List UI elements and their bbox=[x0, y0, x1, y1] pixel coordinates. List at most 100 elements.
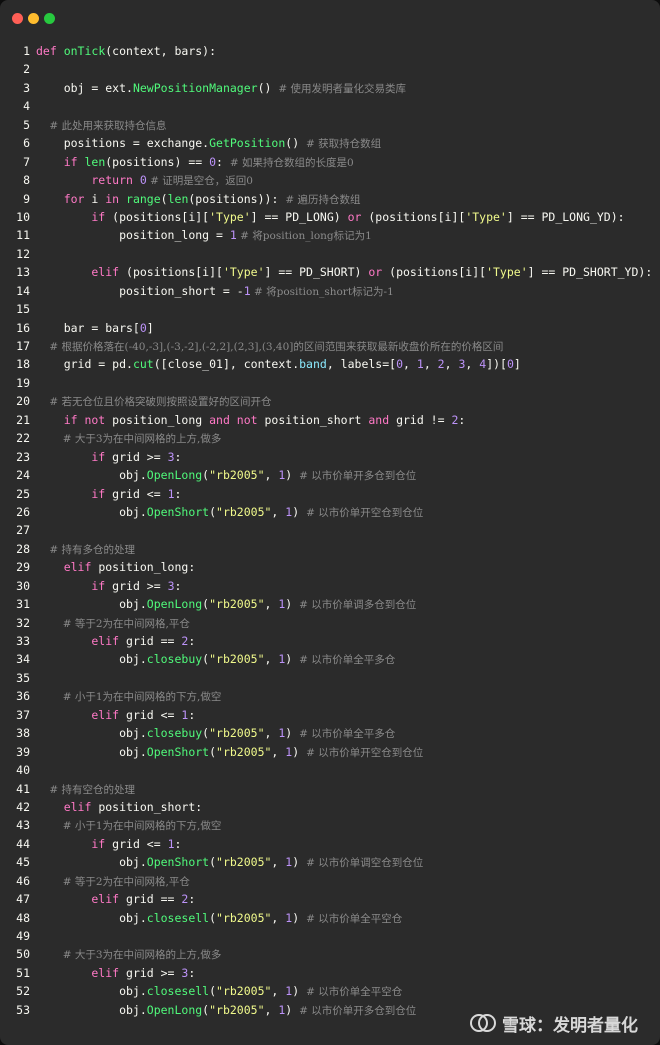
code-token: # 以市价单开多仓到仓位 bbox=[299, 470, 417, 483]
line-number: 52 bbox=[16, 984, 30, 999]
code-token: position_short bbox=[264, 412, 369, 427]
code-line: 20 # 若无仓位且价格突破则按照设置好的区间开仓 bbox=[0, 392, 660, 410]
code-token: GetPosition bbox=[209, 136, 286, 151]
code-token: elif bbox=[36, 965, 127, 980]
line-source: obj.closebuy("rb2005", 1) # 以市价单全平多仓 bbox=[36, 724, 395, 743]
code-line: 41 # 持有空仓的处理 bbox=[0, 780, 660, 798]
line-source: for i in range(len(positions)): # 遍历持仓数组 bbox=[36, 190, 361, 209]
line-source: # 大于3为在中间网格的上方,做多 bbox=[36, 945, 222, 964]
code-token: # 持有多仓的处理 bbox=[36, 543, 135, 556]
code-token: : bbox=[174, 486, 182, 501]
code-token: obj. bbox=[36, 984, 147, 999]
code-token: () bbox=[257, 80, 279, 95]
code-token: OpenLong bbox=[146, 468, 203, 483]
code-token: 0 bbox=[506, 357, 514, 372]
code-line: 27 bbox=[0, 521, 660, 539]
code-token: # 以市价单全平空仓 bbox=[306, 986, 403, 999]
line-number: 44 bbox=[16, 836, 30, 851]
code-token: # 将position_short标记为-1 bbox=[250, 285, 394, 298]
code-line: 8 return 0 # 证明是空仓，返回0 bbox=[0, 171, 660, 189]
line-number: 20 bbox=[16, 394, 30, 409]
code-line: 24 obj.OpenLong("rb2005", 1) # 以市价单开多仓到仓… bbox=[0, 466, 660, 484]
code-token: "rb2005" bbox=[216, 855, 272, 870]
code-token: elif bbox=[36, 707, 127, 722]
line-number: 12 bbox=[16, 246, 30, 261]
line-source: elif position_long: bbox=[36, 558, 196, 576]
code-token: # 此处用来获取持仓信息 bbox=[36, 119, 167, 132]
code-token: OpenShort bbox=[146, 504, 210, 519]
code-token: position_long bbox=[112, 412, 210, 427]
code-token: "rb2005" bbox=[209, 1002, 265, 1017]
code-token: # 以市价单开多仓到仓位 bbox=[299, 1004, 417, 1017]
code-token: and not bbox=[209, 412, 265, 427]
code-token: ( bbox=[160, 191, 168, 206]
code-token: ) bbox=[285, 726, 300, 741]
line-number: 40 bbox=[16, 763, 30, 778]
close-window-button[interactable] bbox=[12, 13, 23, 24]
code-token: , bbox=[264, 726, 279, 741]
line-source: position_short = -1 # 将position_short标记为… bbox=[36, 282, 394, 301]
code-token: def bbox=[36, 44, 64, 58]
line-source: obj.OpenLong("rb2005", 1) # 以市价单开多仓到仓位 bbox=[36, 1001, 416, 1020]
code-token: ) bbox=[292, 910, 307, 925]
code-token: : bbox=[458, 412, 466, 427]
code-token: OpenLong bbox=[146, 1002, 203, 1017]
code-token: obj. bbox=[36, 726, 147, 741]
code-window: 1 def onTick(context, bars): 2 3 obj = ext.… bbox=[0, 0, 660, 1045]
code-token: # 以市价单开空仓到仓位 bbox=[306, 746, 424, 759]
line-source: # 小于1为在中间网格的下方,做空 bbox=[36, 816, 222, 835]
code-token: obj. bbox=[36, 744, 147, 759]
code-token: 2 bbox=[437, 357, 445, 372]
code-token: (positions[i][ bbox=[368, 209, 466, 224]
line-source: if not position_long and not position_sh… bbox=[36, 411, 466, 429]
code-token: , bbox=[423, 357, 438, 372]
minimize-window-button[interactable] bbox=[28, 13, 39, 24]
line-source: obj.OpenLong("rb2005", 1) # 以市价单调多仓到仓位 bbox=[36, 595, 416, 614]
line-number: 47 bbox=[16, 892, 30, 907]
code-token: cut bbox=[132, 357, 154, 372]
code-line: 36 # 小于1为在中间网格的下方,做空 bbox=[0, 687, 660, 705]
line-number: 31 bbox=[16, 597, 30, 612]
code-token: ) bbox=[285, 652, 300, 667]
code-line: 50 # 大于3为在中间网格的上方,做多 bbox=[0, 945, 660, 963]
code-line: 38 obj.closebuy("rb2005", 1) # 以市价单全平多仓 bbox=[0, 724, 660, 742]
code-token: , bbox=[264, 597, 279, 612]
code-token: , bbox=[271, 504, 286, 519]
line-number: 39 bbox=[16, 744, 30, 759]
code-token: bar = bars[ bbox=[36, 320, 140, 335]
code-token: elif bbox=[36, 799, 99, 814]
code-token: closesell bbox=[146, 984, 210, 999]
line-source: def onTick(context, bars): bbox=[36, 42, 216, 60]
line-source: positions = exchange.GetPosition() # 获取持… bbox=[36, 134, 382, 153]
code-line: 16 bar = bars[0] bbox=[0, 319, 660, 337]
line-number: 5 bbox=[23, 117, 30, 132]
code-token: ([close_01], context. bbox=[153, 357, 300, 372]
code-token: i bbox=[91, 191, 106, 206]
code-token: ( bbox=[209, 910, 217, 925]
code-line: 5 # 此处用来获取持仓信息 bbox=[0, 116, 660, 134]
code-line: 23 if grid >= 3: bbox=[0, 448, 660, 466]
code-line: 19 bbox=[0, 374, 660, 392]
code-token: # 遍历持仓数组 bbox=[285, 193, 361, 206]
code-token: # 使用发明者量化交易类库 bbox=[278, 82, 406, 95]
code-line: 10 if (positions[i]['Type'] == PD_LONG) … bbox=[0, 208, 660, 226]
code-token: "rb2005" bbox=[216, 910, 272, 925]
code-token: "rb2005" bbox=[216, 504, 272, 519]
line-source: if grid >= 3: bbox=[36, 448, 181, 466]
zoom-window-button[interactable] bbox=[44, 13, 55, 24]
code-token: elif bbox=[36, 634, 127, 648]
code-editor[interactable]: 1 def onTick(context, bars): 2 3 obj = ext.… bbox=[0, 42, 660, 1019]
code-line: 17 # 根据价格落在(-40,-3],(-3,-2],(-2,2],(2,3]… bbox=[0, 337, 660, 355]
code-token: closebuy bbox=[146, 652, 203, 667]
code-line: 32 # 等于2为在中间网格,平仓 bbox=[0, 614, 660, 632]
line-source: grid = pd.cut([close_01], context.band, … bbox=[36, 355, 521, 373]
line-number: 48 bbox=[16, 910, 30, 925]
line-number: 14 bbox=[16, 283, 30, 298]
code-token: ] == PD_LONG) bbox=[250, 209, 348, 224]
code-token: ) bbox=[292, 855, 307, 870]
code-token: : bbox=[188, 707, 196, 722]
code-token: : bbox=[216, 154, 230, 169]
code-line: 34 obj.closebuy("rb2005", 1) # 以市价单全平多仓 bbox=[0, 650, 660, 668]
line-number: 41 bbox=[16, 781, 30, 796]
code-token: ) bbox=[292, 744, 307, 759]
